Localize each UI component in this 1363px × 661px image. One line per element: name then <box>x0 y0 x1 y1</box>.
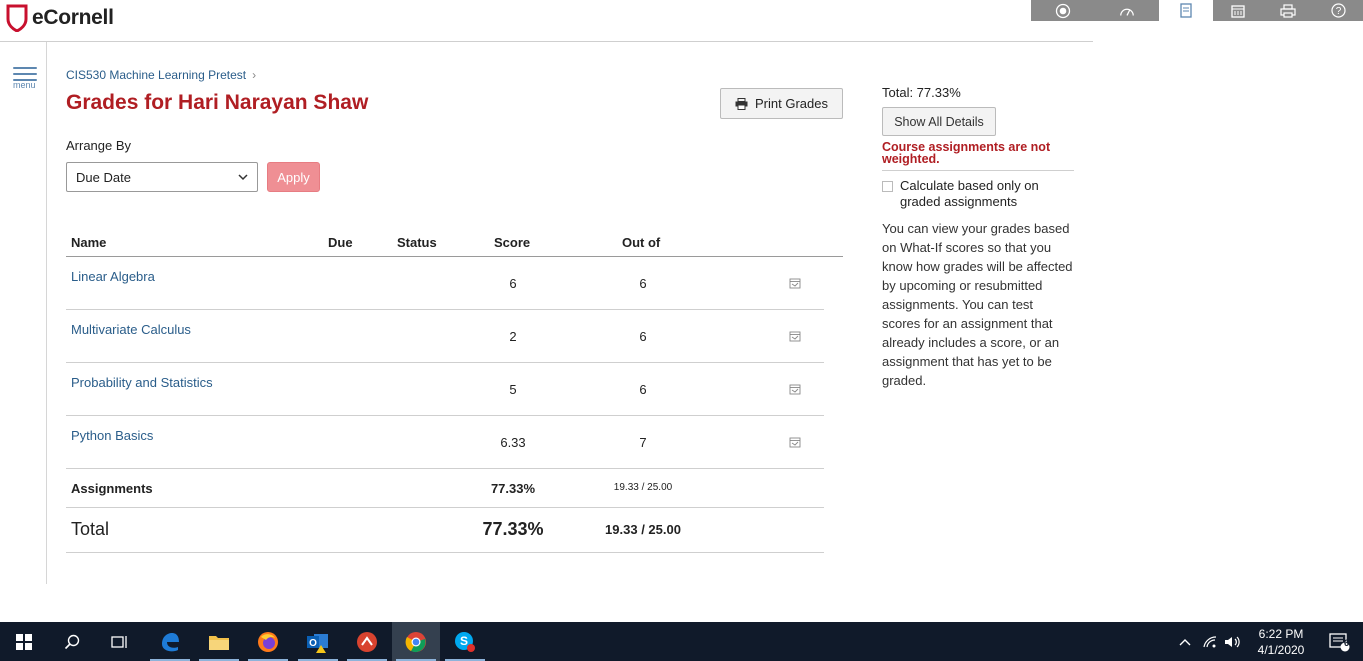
menu-label[interactable]: menu <box>13 80 36 90</box>
what-if-help-text: You can view your grades based on What-I… <box>882 221 1073 388</box>
brand-name: eCornell <box>32 6 114 29</box>
search-button[interactable] <box>48 622 96 661</box>
total-label: Total <box>71 519 110 539</box>
breadcrumb: CIS530 Machine Learning Pretest › <box>66 68 256 82</box>
search-icon <box>64 634 80 649</box>
start-button[interactable] <box>0 622 48 661</box>
graded-only-checkbox[interactable] <box>882 181 893 192</box>
print-grades-label: Print Grades <box>755 96 828 111</box>
clock-date: 4/1/2020 <box>1257 643 1305 657</box>
system-tray <box>1178 622 1242 661</box>
col-header-score[interactable]: Score <box>494 235 530 250</box>
skype-icon: S <box>455 631 475 652</box>
taskbar-clock[interactable]: 6:22 PM 4/1/2020 <box>1252 626 1310 658</box>
taskbar-chrome[interactable] <box>392 622 440 661</box>
arrange-by-label: Arrange By <box>66 138 132 153</box>
remote-desktop-icon <box>357 631 377 652</box>
windows-taskbar: O S 6:22 PM 4/1/2020 6 <box>0 622 1363 661</box>
taskbar-file-explorer[interactable] <box>195 622 243 661</box>
table-row: Python Basics 6.33 7 <box>66 416 824 469</box>
ecornell-logo[interactable]: eCornell <box>6 4 114 32</box>
outlook-icon: O <box>307 633 328 653</box>
svg-text:O: O <box>309 638 317 649</box>
what-if-icon[interactable] <box>789 383 801 395</box>
total-summary: Total: 77.33% <box>882 85 961 100</box>
print-icon[interactable] <box>1280 3 1296 18</box>
volume-icon[interactable] <box>1224 635 1242 649</box>
what-if-icon[interactable] <box>789 277 801 289</box>
firefox-icon <box>258 631 278 652</box>
taskbar-outlook[interactable]: O <box>294 622 342 661</box>
assignments-label: Assignments <box>71 481 153 496</box>
wifi-icon[interactable] <box>1202 635 1218 649</box>
left-rail: menu <box>0 42 47 584</box>
breadcrumb-course-link[interactable]: CIS530 Machine Learning Pretest <box>66 68 246 82</box>
arrange-by-select[interactable]: Due Date <box>66 162 258 192</box>
taskbar-firefox[interactable] <box>244 622 292 661</box>
show-all-details-button[interactable]: Show All Details <box>882 107 996 136</box>
grades-table-header: Name Due Status Score Out of <box>66 229 843 257</box>
svg-text:S: S <box>460 634 468 648</box>
total-row: Total 77.33% 19.33 / 25.00 <box>66 508 824 553</box>
record-icon[interactable] <box>1055 3 1071 18</box>
svg-text:?: ? <box>1335 6 1341 17</box>
toolbar-active <box>1159 0 1213 21</box>
col-header-due[interactable]: Due <box>328 235 353 250</box>
task-view-icon <box>111 635 127 648</box>
table-row: Multivariate Calculus 2 6 <box>66 310 824 363</box>
col-header-name[interactable]: Name <box>71 235 106 250</box>
panel-divider <box>882 170 1074 171</box>
header-divider <box>0 41 1093 42</box>
toolbar-group-left <box>1031 0 1159 21</box>
edge-icon <box>162 632 179 651</box>
print-grades-button[interactable]: Print Grades <box>720 88 843 119</box>
chevron-right-icon: › <box>252 68 257 82</box>
taskbar-remote-app[interactable] <box>343 622 391 661</box>
task-view-button[interactable] <box>96 622 144 661</box>
help-icon[interactable]: ? <box>1330 3 1346 18</box>
chevron-down-icon <box>238 174 248 181</box>
assignment-link[interactable]: Python Basics <box>71 428 153 443</box>
col-header-status[interactable]: Status <box>397 235 437 250</box>
windows-icon <box>16 633 32 650</box>
arrange-by-selected: Due Date <box>76 170 131 185</box>
assignment-link[interactable]: Probability and Statistics <box>71 375 213 390</box>
notification-count: 6 <box>1344 638 1350 648</box>
top-bar: eCornell ? <box>0 0 1363 42</box>
calendar-icon[interactable] <box>1230 4 1246 18</box>
printer-icon <box>735 97 748 110</box>
col-header-out-of[interactable]: Out of <box>622 235 660 250</box>
weighting-warning: Course assignments are not weighted. <box>882 140 1051 166</box>
toolbar-group-right: ? <box>1213 0 1363 21</box>
assignment-link[interactable]: Multivariate Calculus <box>71 322 191 337</box>
clock-time: 6:22 PM <box>1258 627 1304 641</box>
apply-button[interactable]: Apply <box>267 162 320 192</box>
chevron-up-icon[interactable] <box>1178 637 1192 647</box>
assignments-summary-row: Assignments 77.33% 19.33 / 25.00 <box>66 469 824 508</box>
what-if-icon[interactable] <box>789 330 801 342</box>
chrome-icon <box>405 631 426 652</box>
table-row: Linear Algebra 6 6 <box>66 257 824 310</box>
action-center-button[interactable]: 6 <box>1315 622 1363 661</box>
dashboard-icon[interactable] <box>1119 4 1135 18</box>
shield-icon <box>6 4 28 32</box>
table-row: Probability and Statistics 5 6 <box>66 363 824 416</box>
graded-only-label[interactable]: Calculate based only on graded assignmen… <box>900 178 1074 210</box>
page-title: Grades for Hari Narayan Shaw <box>66 91 369 114</box>
book-icon[interactable] <box>1178 3 1194 18</box>
taskbar-edge[interactable] <box>146 622 194 661</box>
assignment-link[interactable]: Linear Algebra <box>71 269 155 284</box>
taskbar-skype[interactable]: S <box>441 622 489 661</box>
what-if-icon[interactable] <box>789 436 801 448</box>
folder-icon <box>209 635 229 650</box>
